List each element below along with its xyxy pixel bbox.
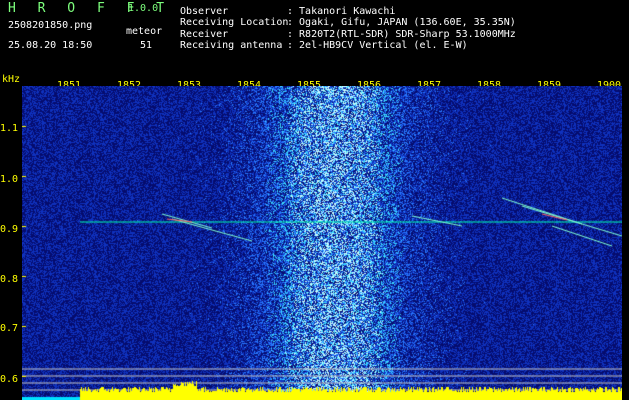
spectrogram-area xyxy=(22,86,622,400)
y-tick-1-1: 1.1 xyxy=(0,123,19,134)
y-tick-0-9: 0.9 xyxy=(0,224,19,235)
info-key-location: Receiving Location xyxy=(180,17,289,28)
detection-label: meteor xyxy=(126,26,163,37)
info-value-antenna: : 2el-HB9CV Vertical (el. E-W) xyxy=(287,40,468,51)
hroft-window: H R O F F T 1.0.0 2508201850.png meteor … xyxy=(0,0,629,400)
info-value-location: : Ogaki, Gifu, JAPAN (136.60E, 35.35N) xyxy=(287,17,516,28)
y-tick-1-0: 1.0 xyxy=(0,174,19,185)
header-panel: H R O F F T 1.0.0 2508201850.png meteor … xyxy=(0,0,629,72)
y-axis-unit: kHz xyxy=(2,74,21,85)
y-tick-0-6: 0.6 xyxy=(0,374,19,385)
spectrogram-canvas xyxy=(22,86,622,400)
observation-datetime: 25.08.20 18:50 xyxy=(8,40,93,51)
y-tick-0-8: 0.8 xyxy=(0,274,19,285)
info-key-antenna: Receiving antenna xyxy=(180,40,283,51)
app-version: 1.0.0 xyxy=(128,3,159,14)
file-name: 2508201850.png xyxy=(8,20,93,31)
detection-count: 51 xyxy=(140,40,153,51)
y-tick-0-7: 0.7 xyxy=(0,323,19,334)
